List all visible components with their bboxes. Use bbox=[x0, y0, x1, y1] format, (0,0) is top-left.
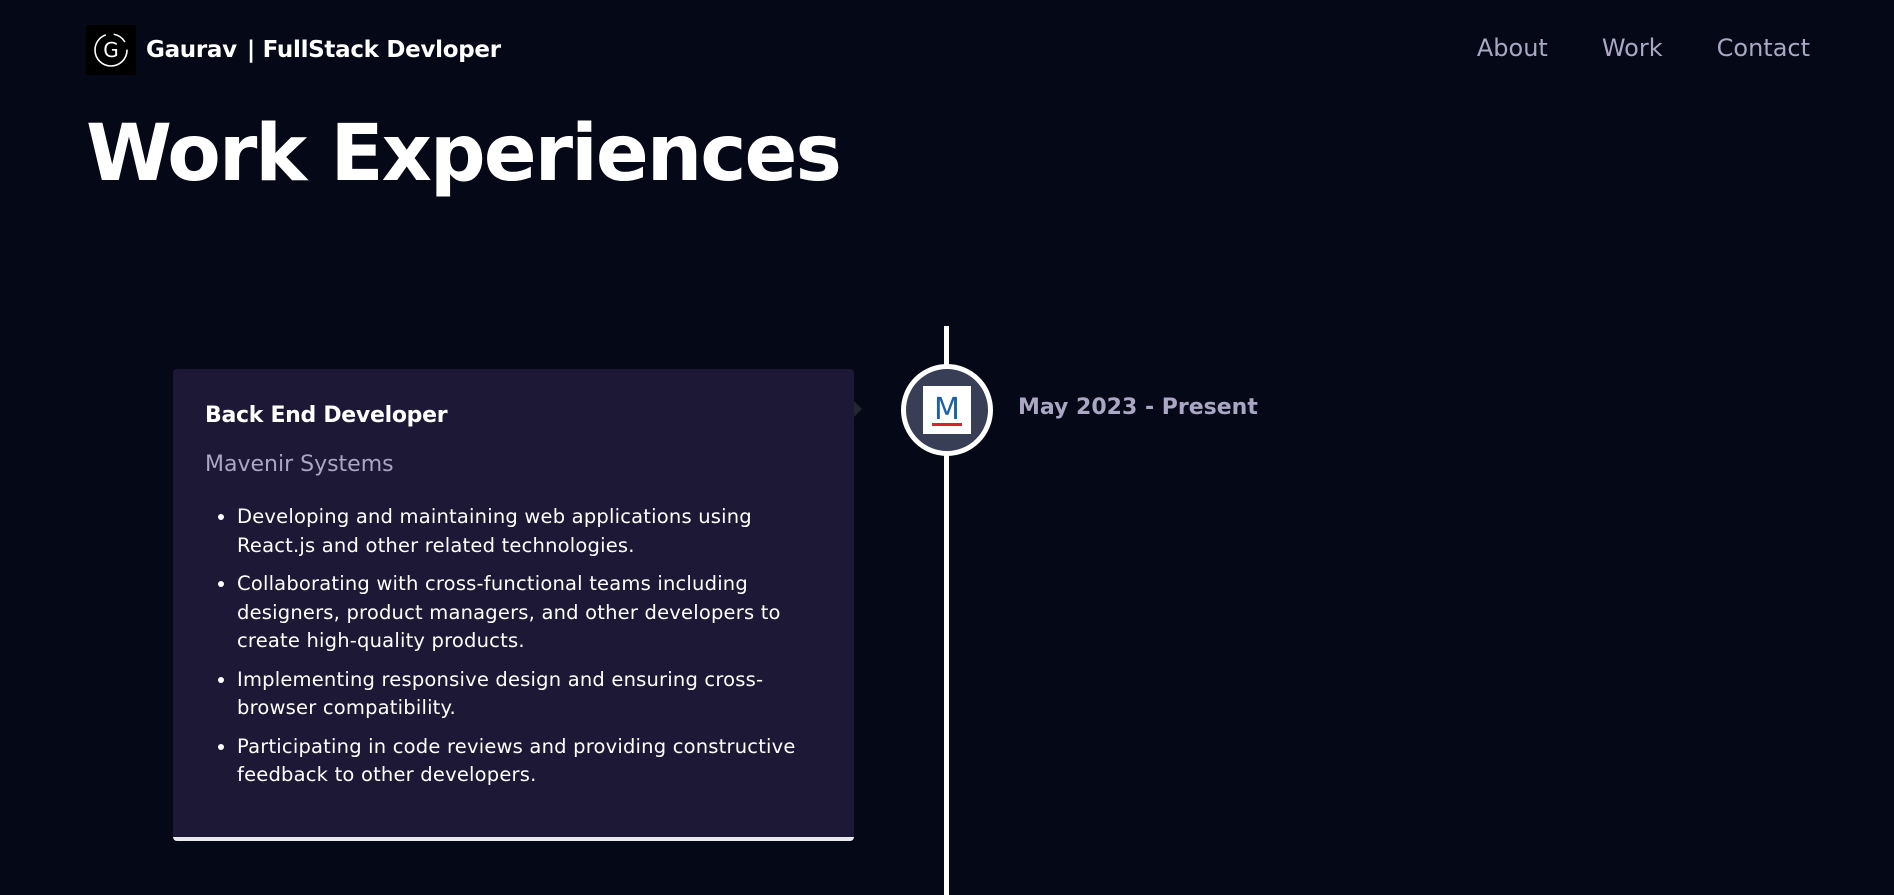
experience-company: Mavenir Systems bbox=[205, 452, 394, 477]
card-arrow bbox=[854, 401, 862, 417]
experience-point: Implementing responsive design and ensur… bbox=[237, 666, 822, 723]
nav-link-contact[interactable]: Contact bbox=[1717, 34, 1810, 62]
experience-date: May 2023 - Present bbox=[1018, 395, 1258, 420]
mavenir-logo-svg: M bbox=[932, 392, 962, 427]
logo-letter: G bbox=[103, 38, 119, 62]
timeline-node: M bbox=[901, 364, 993, 456]
experience-point: Developing and maintaining web applicati… bbox=[237, 503, 822, 560]
brand-text: Gaurav | FullStack Devloper bbox=[146, 37, 501, 63]
brand-name: Gaurav bbox=[146, 37, 237, 63]
experience-role: Back End Developer bbox=[205, 403, 448, 428]
nav-links: About Work Contact bbox=[1477, 34, 1810, 62]
page-title: Work Experiences bbox=[86, 109, 842, 199]
brand-link[interactable]: G Gaurav | FullStack Devloper bbox=[86, 25, 501, 75]
experience-points: Developing and maintaining web applicati… bbox=[237, 503, 822, 790]
nav-link-work[interactable]: Work bbox=[1602, 34, 1663, 62]
brand-role: | FullStack Devloper bbox=[246, 37, 501, 63]
experience-point: Participating in code reviews and provid… bbox=[237, 733, 822, 790]
nav-link-about[interactable]: About bbox=[1477, 34, 1548, 62]
mavenir-logo-icon: M bbox=[923, 386, 971, 434]
company-logo-letter: M bbox=[934, 392, 960, 427]
navbar: G Gaurav | FullStack Devloper About Work … bbox=[0, 0, 1894, 100]
logo-underline bbox=[932, 423, 962, 426]
experience-card: Back End Developer Mavenir Systems Devel… bbox=[173, 369, 862, 841]
experience-point: Collaborating with cross-functional team… bbox=[237, 570, 822, 656]
g-logo-svg: G bbox=[94, 33, 128, 67]
g-logo-icon: G bbox=[86, 25, 136, 75]
